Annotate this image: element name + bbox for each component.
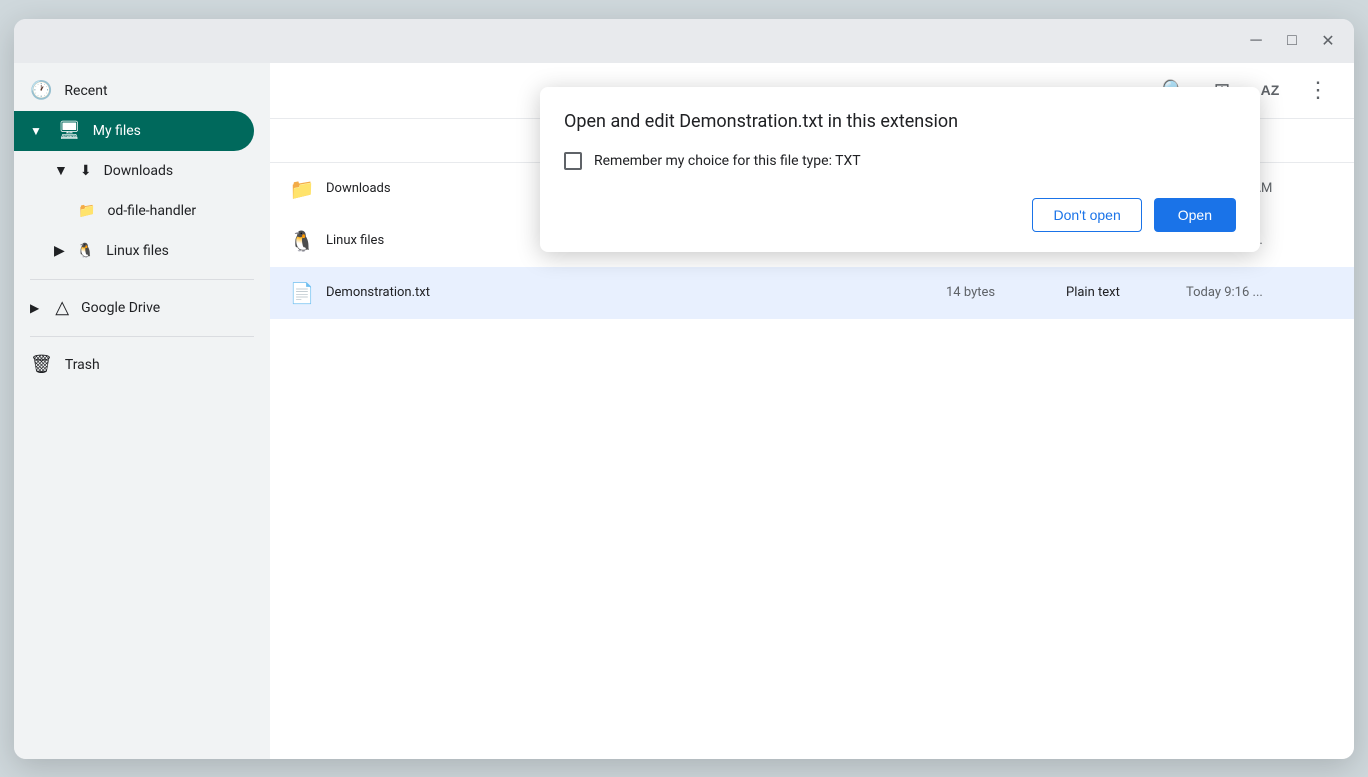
minimize-icon: ─ <box>1250 32 1261 50</box>
more-icon: ⋮ <box>1307 77 1329 103</box>
sidebar-item-linux-label: Linux files <box>106 243 169 259</box>
title-bar: ─ □ ✕ <box>14 19 1354 63</box>
myfiles-icon: 🖥 <box>58 120 81 141</box>
drive-chevron-icon: ▶ <box>30 301 39 315</box>
file-type: Plain text <box>1066 285 1186 300</box>
sidebar-item-od-label: od-file-handler <box>107 203 196 219</box>
recent-icon: 🕐 <box>30 80 52 101</box>
sort-icon: AZ <box>1261 82 1280 98</box>
file-icon: 🐧 <box>278 229 326 253</box>
open-button[interactable]: Open <box>1154 198 1236 232</box>
sidebar-item-trash-label: Trash <box>65 357 100 373</box>
downloads-chevron-icon: ▼ <box>54 162 68 179</box>
folder-icon: 📁 <box>78 203 95 219</box>
sidebar-item-od-file-handler[interactable]: 📁 od-file-handler <box>14 191 270 231</box>
close-icon: ✕ <box>1321 31 1334 51</box>
maximize-icon: □ <box>1287 32 1297 50</box>
open-file-dialog: Open and edit Demonstration.txt in this … <box>540 87 1260 252</box>
myfiles-chevron-icon: ▼ <box>30 124 42 138</box>
trash-icon: 🗑 <box>30 354 53 375</box>
table-row[interactable]: 📄 Demonstration.txt 14 bytes Plain text … <box>270 267 1354 319</box>
sidebar-item-recent-label: Recent <box>64 83 107 99</box>
drive-icon: △ <box>55 297 69 318</box>
downloads-icon: ⬇ <box>80 163 92 179</box>
close-button[interactable]: ✕ <box>1314 27 1342 55</box>
sidebar-item-google-drive[interactable]: ▶ △ Google Drive <box>14 288 254 328</box>
app-window: ─ □ ✕ 🕐 Recent ▼ 🖥 My files ▼ <box>14 19 1354 759</box>
linux-chevron-icon: ▶ <box>54 243 65 259</box>
remember-choice-label: Remember my choice for this file type: T… <box>594 153 861 169</box>
minimize-button[interactable]: ─ <box>1242 27 1270 55</box>
sidebar-item-myfiles-label: My files <box>93 123 141 139</box>
sidebar-item-trash[interactable]: 🗑 Trash <box>14 345 254 385</box>
linux-icon: 🐧 <box>77 243 94 259</box>
more-options-button[interactable]: ⋮ <box>1298 70 1338 110</box>
dont-open-button[interactable]: Don't open <box>1032 198 1141 232</box>
file-size: 14 bytes <box>946 285 1066 300</box>
sidebar-item-downloads-label: Downloads <box>104 163 174 179</box>
remember-choice-checkbox[interactable] <box>564 152 582 170</box>
sidebar-divider-2 <box>30 336 254 337</box>
file-date: Today 9:16 ... <box>1186 285 1346 300</box>
sidebar-item-linux-files[interactable]: ▶ 🐧 Linux files <box>14 231 270 271</box>
sidebar-item-myfiles[interactable]: ▼ 🖥 My files <box>14 111 254 151</box>
sidebar-item-drive-label: Google Drive <box>81 300 160 316</box>
file-name: Demonstration.txt <box>326 285 946 300</box>
sidebar: 🕐 Recent ▼ 🖥 My files ▼ ⬇ Downloads 📁 od… <box>14 63 270 759</box>
sidebar-item-downloads[interactable]: ▼ ⬇ Downloads <box>14 151 270 191</box>
maximize-button[interactable]: □ <box>1278 27 1306 55</box>
sidebar-divider-1 <box>30 279 254 280</box>
dialog-actions: Don't open Open <box>564 198 1236 232</box>
sidebar-item-recent[interactable]: 🕐 Recent <box>14 71 254 111</box>
dialog-title: Open and edit Demonstration.txt in this … <box>564 111 1236 132</box>
file-icon: 📄 <box>278 281 326 305</box>
dialog-checkbox-row: Remember my choice for this file type: T… <box>564 152 1236 170</box>
file-icon: 📁 <box>278 177 326 201</box>
